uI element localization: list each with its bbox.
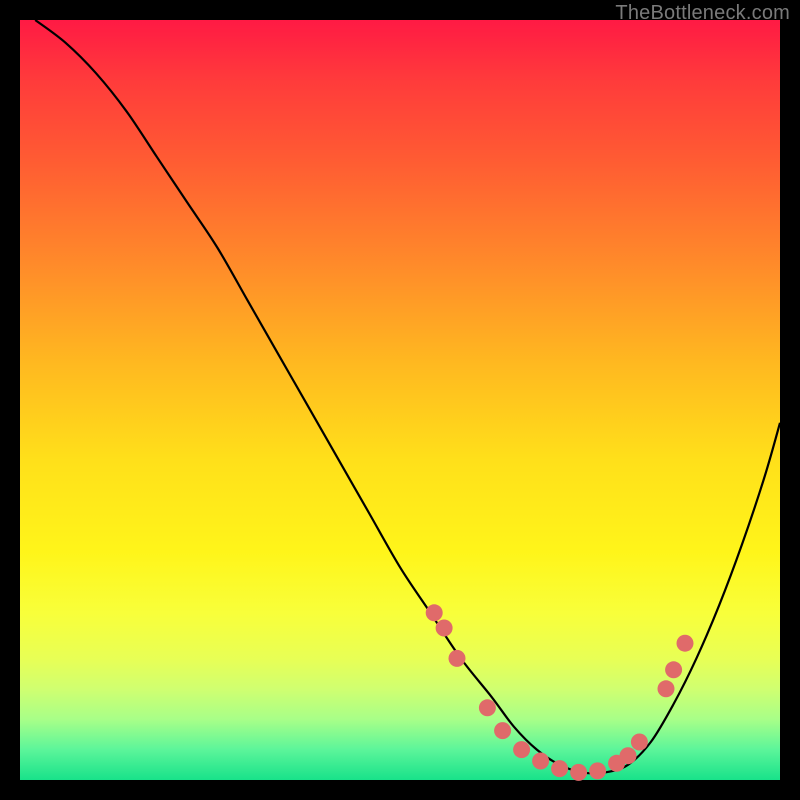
- data-marker: [570, 764, 587, 781]
- data-marker: [665, 661, 682, 678]
- chart-svg: [20, 20, 780, 780]
- data-marker: [532, 753, 549, 770]
- data-marker: [551, 760, 568, 777]
- data-marker: [513, 741, 530, 758]
- data-marker: [449, 650, 466, 667]
- chart-frame: TheBottleneck.com: [0, 0, 800, 800]
- watermark-text: TheBottleneck.com: [615, 2, 790, 25]
- data-marker: [589, 762, 606, 779]
- data-marker: [494, 722, 511, 739]
- data-marker: [658, 680, 675, 697]
- data-marker: [631, 734, 648, 751]
- data-marker: [620, 747, 637, 764]
- plot-area: [20, 20, 780, 780]
- marker-group: [426, 604, 694, 781]
- data-marker: [479, 699, 496, 716]
- data-marker: [677, 635, 694, 652]
- data-marker: [426, 604, 443, 621]
- bottleneck-curve: [35, 20, 780, 773]
- data-marker: [436, 620, 453, 637]
